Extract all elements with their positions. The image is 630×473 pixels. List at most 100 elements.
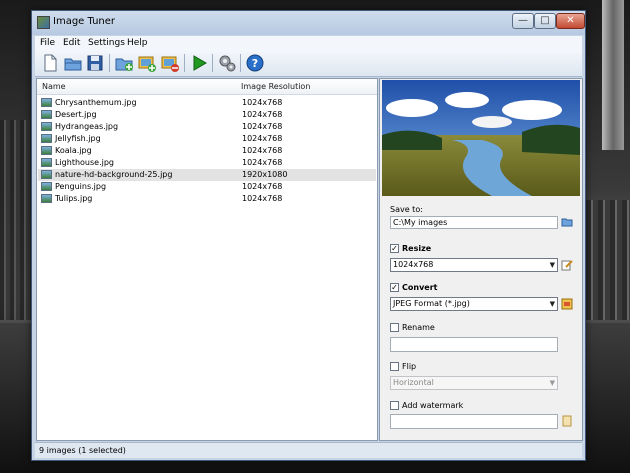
options-panel: Save to: C:\My images ✓ Resize 1024x768 … — [379, 78, 583, 441]
open-folder-icon[interactable] — [63, 53, 83, 73]
run-icon[interactable] — [189, 53, 209, 73]
new-icon[interactable] — [40, 53, 60, 73]
resize-dropdown[interactable]: 1024x768 ▼ — [390, 258, 558, 272]
image-file-icon — [41, 134, 52, 143]
file-resolution: 1024x768 — [242, 110, 283, 119]
maximize-button[interactable]: □ — [534, 13, 556, 29]
desktop-city-right — [586, 200, 630, 320]
rename-field[interactable] — [390, 337, 558, 352]
save-icon[interactable] — [85, 53, 105, 73]
column-header-row: Name Image Resolution — [37, 79, 377, 95]
app-icon — [37, 16, 50, 29]
toolbar-separator — [240, 54, 241, 72]
column-name[interactable]: Name — [42, 82, 66, 91]
file-resolution: 1024x768 — [242, 194, 283, 203]
file-resolution: 1024x768 — [242, 182, 283, 191]
preview-image — [382, 80, 580, 196]
convert-label: Convert — [402, 283, 438, 292]
convert-settings-icon[interactable] — [561, 298, 573, 310]
flip-dropdown[interactable]: Horizontal ▼ — [390, 376, 558, 390]
watermark-checkbox[interactable] — [390, 401, 399, 410]
image-file-icon — [41, 194, 52, 203]
file-resolution: 1920x1080 — [242, 170, 288, 179]
file-list[interactable]: Name Image Resolution Chrysanthemum.jpg 1… — [36, 78, 378, 441]
resize-label: Resize — [402, 244, 432, 253]
file-name: nature-hd-background-25.jpg — [55, 170, 173, 179]
settings-icon[interactable] — [217, 53, 237, 73]
file-row[interactable]: Penguins.jpg 1024x768 — [38, 181, 376, 193]
image-file-icon — [41, 122, 52, 131]
file-name: Chrysanthemum.jpg — [55, 98, 137, 107]
file-name: Koala.jpg — [55, 146, 92, 155]
help-icon[interactable]: ? — [245, 53, 265, 73]
image-file-icon — [41, 98, 52, 107]
image-file-icon — [41, 110, 52, 119]
menu-bar: File Edit Settings Help — [35, 36, 582, 50]
watermark-label: Add watermark — [402, 401, 464, 410]
resize-value: 1024x768 — [393, 260, 434, 269]
convert-value: JPEG Format (*.jpg) — [393, 299, 470, 308]
toolbar-separator — [212, 54, 213, 72]
file-row[interactable]: Koala.jpg 1024x768 — [38, 145, 376, 157]
add-folder-icon[interactable] — [114, 53, 134, 73]
column-resolution[interactable]: Image Resolution — [241, 82, 310, 91]
file-row[interactable]: Desert.jpg 1024x768 — [38, 109, 376, 121]
file-row[interactable]: Jellyfish.jpg 1024x768 — [38, 133, 376, 145]
image-file-icon — [41, 182, 52, 191]
flip-checkbox[interactable] — [390, 362, 399, 371]
file-row[interactable]: Tulips.jpg 1024x768 — [38, 193, 376, 205]
convert-checkbox[interactable]: ✓ — [390, 283, 399, 292]
file-row[interactable]: Lighthouse.jpg 1024x768 — [38, 157, 376, 169]
file-resolution: 1024x768 — [242, 134, 283, 143]
menu-help[interactable]: Help — [127, 38, 148, 48]
window-title: Image Tuner — [53, 16, 116, 27]
image-file-icon — [41, 170, 52, 179]
status-bar: 9 images (1 selected) — [35, 442, 582, 458]
save-to-label: Save to: — [390, 205, 423, 214]
save-to-field[interactable]: C:\My images — [390, 216, 558, 229]
status-text: 9 images (1 selected) — [39, 446, 126, 455]
title-bar[interactable]: Image Tuner — □ ✕ — [32, 11, 585, 35]
file-name: Penguins.jpg — [55, 182, 107, 191]
file-resolution: 1024x768 — [242, 98, 283, 107]
flip-value: Horizontal — [393, 378, 434, 387]
convert-dropdown[interactable]: JPEG Format (*.jpg) ▼ — [390, 297, 558, 311]
toolbar-separator — [184, 54, 185, 72]
file-name: Jellyfish.jpg — [55, 134, 101, 143]
image-file-icon — [41, 146, 52, 155]
minimize-button[interactable]: — — [512, 13, 534, 29]
add-images-icon[interactable] — [137, 53, 157, 73]
chevron-down-icon: ▼ — [549, 300, 555, 308]
file-name: Lighthouse.jpg — [55, 158, 115, 167]
chevron-down-icon: ▼ — [549, 379, 555, 387]
file-row[interactable]: nature-hd-background-25.jpg 1920x1080 — [38, 169, 376, 181]
watermark-field[interactable] — [390, 414, 558, 429]
flip-label: Flip — [402, 362, 417, 371]
rename-checkbox[interactable] — [390, 323, 399, 332]
toolbar-separator — [109, 54, 110, 72]
app-window: Image Tuner — □ ✕ File Edit Settings Hel… — [31, 10, 586, 461]
menu-edit[interactable]: Edit — [63, 38, 80, 48]
file-name: Tulips.jpg — [55, 194, 93, 203]
file-row[interactable]: Hydrangeas.jpg 1024x768 — [38, 121, 376, 133]
chevron-down-icon: ▼ — [549, 261, 555, 269]
file-resolution: 1024x768 — [242, 122, 283, 131]
edit-resize-icon[interactable] — [561, 259, 573, 271]
rename-label: Rename — [402, 323, 435, 332]
remove-images-icon[interactable] — [160, 53, 180, 73]
menu-file[interactable]: File — [40, 38, 55, 48]
toolbar: ? — [35, 50, 582, 77]
menu-settings[interactable]: Settings — [88, 38, 125, 48]
svg-text:?: ? — [252, 57, 258, 70]
browse-folder-icon[interactable] — [561, 216, 573, 228]
file-resolution: 1024x768 — [242, 158, 283, 167]
desktop-city-left — [0, 120, 34, 320]
file-name: Hydrangeas.jpg — [55, 122, 119, 131]
resize-checkbox[interactable]: ✓ — [390, 244, 399, 253]
file-name: Desert.jpg — [55, 110, 97, 119]
watermark-browse-icon[interactable] — [561, 415, 573, 427]
file-resolution: 1024x768 — [242, 146, 283, 155]
file-row[interactable]: Chrysanthemum.jpg 1024x768 — [38, 97, 376, 109]
close-button[interactable]: ✕ — [556, 13, 585, 29]
image-file-icon — [41, 158, 52, 167]
